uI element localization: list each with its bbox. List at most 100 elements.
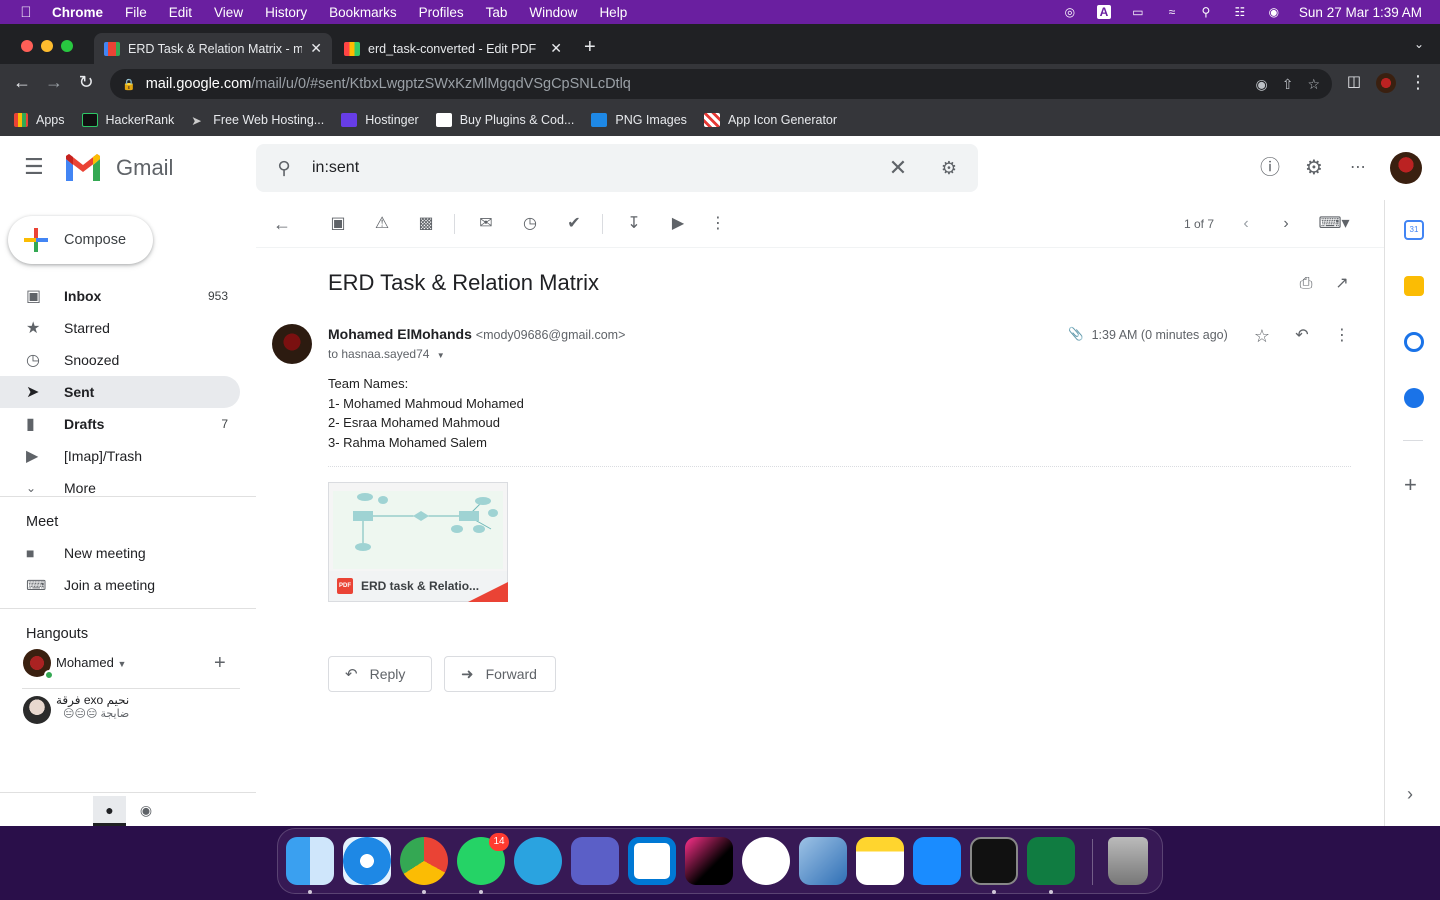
mark-unread-icon[interactable]: ✉ xyxy=(474,212,498,236)
contacts-tab-icon[interactable]: ● xyxy=(93,796,126,826)
add-contact-icon[interactable]: + xyxy=(214,652,226,675)
reply-icon[interactable]: ↶ xyxy=(1290,324,1314,348)
more-options-icon[interactable]: ⋮ xyxy=(706,212,730,236)
menu-bookmarks[interactable]: Bookmarks xyxy=(318,5,408,20)
input-tools-icon[interactable]: ⌨▾ xyxy=(1314,212,1354,236)
address-bar[interactable]: 🔒 mail.google.com/mail/u/0/#sent/KtbxLwg… xyxy=(110,69,1332,99)
contact-item[interactable]: نحيم exo فرقة ضايجة 😑😑😑 xyxy=(56,693,129,720)
chrome-menu-icon[interactable]: ⋮ xyxy=(1406,72,1430,93)
menu-file[interactable]: File xyxy=(114,5,158,20)
star-message-icon[interactable]: ☆ xyxy=(1250,324,1274,348)
contact-avatar[interactable] xyxy=(23,696,51,724)
menu-help[interactable]: Help xyxy=(588,5,638,20)
wifi-icon[interactable]: ≈ xyxy=(1155,5,1189,19)
menu-edit[interactable]: Edit xyxy=(158,5,203,20)
hangouts-user-menu[interactable]: Mohamed ▼ xyxy=(56,655,126,670)
reload-icon[interactable]: ↻ xyxy=(74,72,98,93)
menu-app-chrome[interactable]: Chrome xyxy=(52,5,114,20)
control-center-icon[interactable]: ☷ xyxy=(1223,5,1257,19)
safari-icon[interactable] xyxy=(343,837,391,885)
new-tab-icon[interactable]: + xyxy=(584,36,596,59)
site-settings-icon[interactable]: ◉ xyxy=(1255,76,1267,93)
labels-icon[interactable]: ▶ xyxy=(666,212,690,236)
close-tab-icon[interactable]: ✕ xyxy=(310,40,322,57)
calendar-icon[interactable]: 31 xyxy=(1404,220,1424,240)
side-panel-icon[interactable]: ◫ xyxy=(1342,72,1366,90)
report-spam-icon[interactable]: ⚠ xyxy=(370,212,394,236)
google-apps-grid-icon[interactable]: ⋯ xyxy=(1346,156,1370,180)
search-icon[interactable]: ⚲ xyxy=(256,158,312,179)
reply-button[interactable]: ↶ Reply xyxy=(328,656,432,692)
virtualbox-icon[interactable] xyxy=(799,837,847,885)
bookmark-star-icon[interactable]: ☆ xyxy=(1307,76,1320,93)
conversations-tab-icon[interactable]: ◉ xyxy=(135,796,157,826)
account-avatar[interactable] xyxy=(1390,152,1422,184)
recipient-line[interactable]: to hasnaa.sayed74 ▼ xyxy=(328,347,445,361)
archive-icon[interactable]: ▣ xyxy=(326,212,350,236)
snooze-icon[interactable]: ◷ xyxy=(518,212,542,236)
menubar-clock[interactable]: Sun 27 Mar 1:39 AM xyxy=(1299,5,1422,20)
search-input[interactable] xyxy=(312,159,876,177)
lock-icon[interactable]: 🔒 xyxy=(122,78,136,91)
vscode-icon[interactable] xyxy=(628,837,676,885)
main-menu-icon[interactable]: ☰ xyxy=(24,156,48,180)
new-meeting-item[interactable]: ■ New meeting xyxy=(0,537,240,569)
apple-icon[interactable]:  xyxy=(0,4,52,21)
tab-search-chevron-icon[interactable]: ⌄ xyxy=(1414,37,1424,51)
sidebar-item-starred[interactable]: ★ Starred xyxy=(0,312,240,344)
android-studio-icon[interactable] xyxy=(742,837,790,885)
bookmark-app-icon-generator[interactable]: App Icon Generator xyxy=(703,113,837,127)
bookmark-hackerrank[interactable]: HackerRank xyxy=(81,113,174,127)
trash-icon[interactable] xyxy=(1108,837,1148,885)
notes-icon[interactable] xyxy=(856,837,904,885)
bookmark-apps[interactable]: Apps xyxy=(14,113,65,127)
input-source-icon[interactable]: A xyxy=(1087,5,1121,19)
add-to-tasks-icon[interactable]: ✔ xyxy=(562,212,586,236)
menu-window[interactable]: Window xyxy=(518,5,588,20)
attachment-card[interactable]: PDF ERD task & Relatio... xyxy=(328,482,508,602)
sidebar-item-imap-trash[interactable]: ▶ [Imap]/Trash xyxy=(0,440,240,472)
sidebar-item-more[interactable]: ⌄ More xyxy=(0,472,240,504)
older-chevron-icon[interactable]: › xyxy=(1274,212,1298,236)
delete-icon[interactable]: ▩ xyxy=(414,212,438,236)
bookmark-hostinger[interactable]: Hostinger xyxy=(341,113,419,127)
get-addons-plus-icon[interactable]: + xyxy=(1404,472,1417,498)
sidebar-item-sent[interactable]: ➤ Sent xyxy=(0,376,240,408)
keep-icon[interactable] xyxy=(1404,276,1424,296)
zoom-window-button[interactable] xyxy=(61,40,73,52)
forward-arrow-icon[interactable]: → xyxy=(42,72,66,93)
tab-gmail[interactable]: ERD Task & Relation Matrix - m ✕ xyxy=(94,33,332,64)
siri-icon[interactable]: ◉ xyxy=(1257,5,1291,19)
open-new-window-icon[interactable]: ↗ xyxy=(1330,272,1354,296)
sender-avatar[interactable] xyxy=(272,324,312,364)
forward-button[interactable]: ➜ Forward xyxy=(444,656,556,692)
profile-avatar-icon[interactable] xyxy=(1374,72,1398,94)
move-to-icon[interactable]: ↧ xyxy=(622,212,646,236)
bookmark-png-images[interactable]: PNG Images xyxy=(591,113,687,127)
contacts-icon[interactable] xyxy=(1404,388,1424,408)
bookmark-free-web-hosting[interactable]: ➤ Free Web Hosting... xyxy=(191,113,324,128)
minimize-window-button[interactable] xyxy=(41,40,53,52)
search-options-icon[interactable]: ⚙ xyxy=(920,158,978,179)
menu-profiles[interactable]: Profiles xyxy=(408,5,475,20)
tab-edit-pdf[interactable]: erd_task-converted - Edit PDF ✕ xyxy=(334,33,572,64)
show-side-panel-chevron-icon[interactable]: › xyxy=(1407,784,1413,805)
menu-tab[interactable]: Tab xyxy=(475,5,519,20)
spotlight-search-icon[interactable]: ⚲ xyxy=(1189,5,1223,19)
tasks-icon[interactable] xyxy=(1404,332,1424,352)
share-icon[interactable]: ⇧ xyxy=(1282,76,1294,93)
clear-search-icon[interactable]: ✕ xyxy=(876,155,920,181)
help-icon[interactable]: ⓘ xyxy=(1258,156,1282,180)
telegram-icon[interactable] xyxy=(514,837,562,885)
show-details-caret-icon[interactable]: ▼ xyxy=(437,351,445,360)
chrome-icon[interactable] xyxy=(400,837,448,885)
close-tab-icon[interactable]: ✕ xyxy=(550,40,562,57)
sidebar-item-snoozed[interactable]: ◷ Snoozed xyxy=(0,344,240,376)
excel-icon[interactable] xyxy=(1027,837,1075,885)
creative-cloud-icon[interactable]: ◎ xyxy=(1053,5,1087,19)
menu-view[interactable]: View xyxy=(203,5,254,20)
print-icon[interactable]: ⎙ xyxy=(1294,272,1318,296)
compose-button[interactable]: Compose xyxy=(8,216,153,264)
terminal-icon[interactable] xyxy=(970,837,1018,885)
sidebar-item-drafts[interactable]: ▮ Drafts 7 xyxy=(0,408,240,440)
